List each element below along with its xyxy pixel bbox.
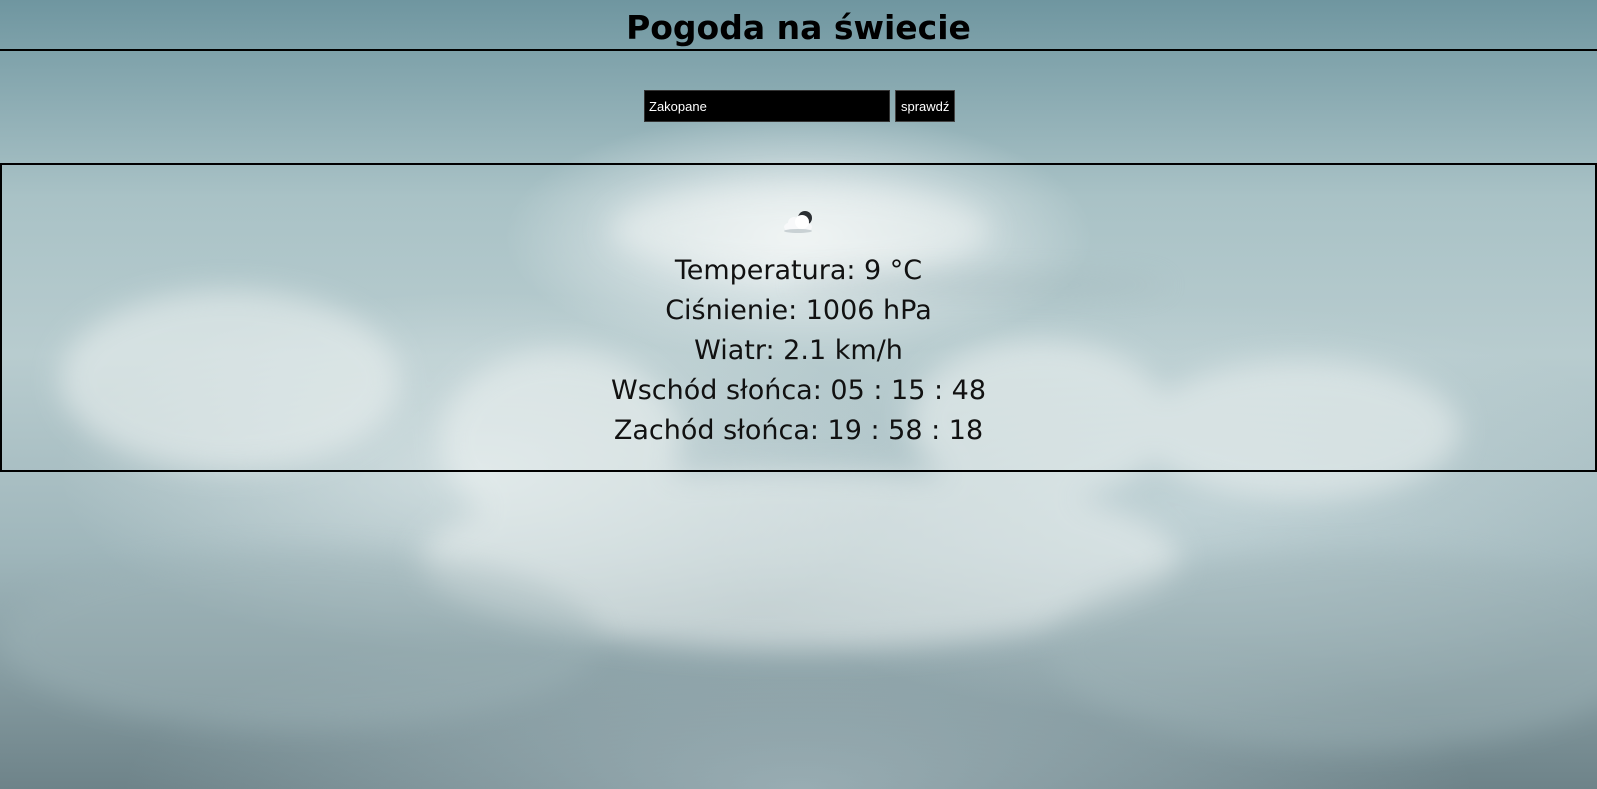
page-header: Pogoda na świecie	[0, 0, 1597, 51]
weather-info: Temperatura: 9 °C Ciśnienie: 1006 hPa Wi…	[2, 251, 1595, 451]
cloud-partly-cloudy-icon	[784, 211, 812, 233]
search-bar: sprawdź	[644, 90, 956, 122]
city-search-input[interactable]	[644, 90, 890, 122]
sunrise-text: Wschód słońca: 05 : 15 : 48	[611, 375, 986, 406]
sunset-text: Zachód słońca: 19 : 58 : 18	[613, 415, 984, 446]
check-button[interactable]: sprawdź	[895, 90, 956, 122]
temperature-text: Temperatura: 9 °C	[674, 255, 923, 286]
page-title: Pogoda na świecie	[626, 8, 971, 47]
pressure-text: Ciśnienie: 1006 hPa	[665, 295, 932, 326]
weather-panel: Temperatura: 9 °C Ciśnienie: 1006 hPa Wi…	[0, 163, 1597, 472]
wind-text: Wiatr: 2.1 km/h	[694, 335, 903, 366]
